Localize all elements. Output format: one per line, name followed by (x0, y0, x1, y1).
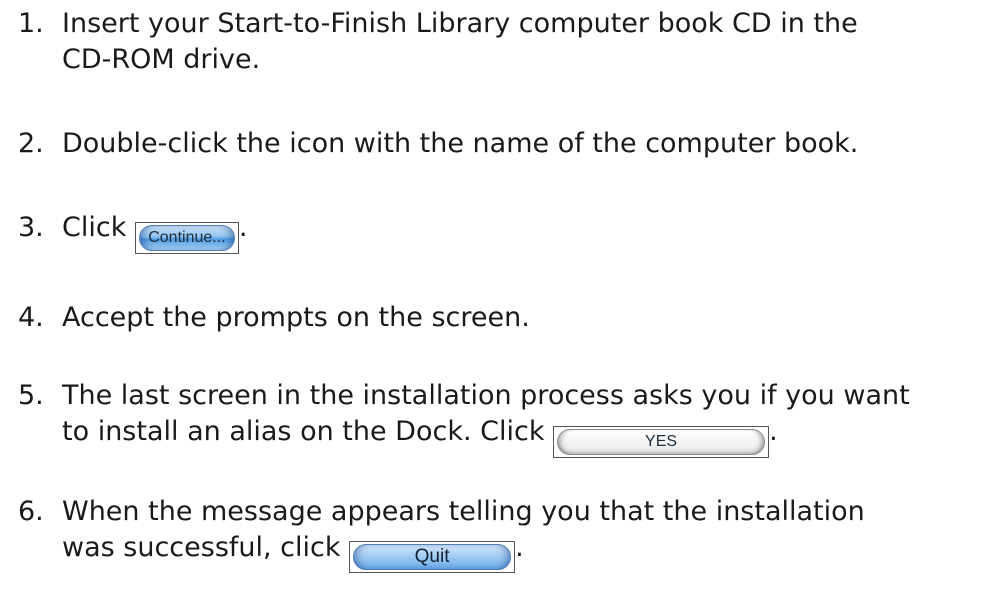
step-text-end: . (238, 212, 248, 243)
yes-button-image: YES (553, 426, 770, 458)
step-6: 6. When the message appears telling you t… (18, 494, 978, 573)
step-3: 3. Click Continue... . (18, 210, 978, 254)
quit-button-image: Quit (349, 541, 516, 573)
yes-button[interactable]: YES (557, 429, 766, 455)
installation-steps: 1. Insert your Start-to-Finish Library co… (0, 0, 992, 594)
step-text-continued: was successful, click Quit. (18, 530, 978, 573)
step-text: Click (62, 212, 135, 243)
step-text: Accept the prompts on the screen. (62, 302, 530, 333)
continue-button[interactable]: Continue... (138, 225, 235, 251)
step-text-end: . (515, 532, 524, 563)
step-5: 5. The last screen in the installation pr… (18, 378, 978, 458)
step-text: When the message appears telling you tha… (62, 496, 865, 527)
step-text: Insert your Start-to-Finish Library comp… (62, 8, 858, 39)
step-text-end: . (769, 416, 778, 447)
step-2: 2. Double-click the icon with the name of… (18, 126, 978, 162)
step-4: 4. Accept the prompts on the screen. (18, 300, 978, 336)
step-text: Double-click the icon with the name of t… (62, 128, 859, 159)
step-number: 3. (18, 212, 44, 243)
step-number: 4. (18, 302, 44, 333)
step-text-continued: CD-ROM drive. (62, 44, 261, 75)
step-number: 6. (18, 496, 44, 527)
quit-button[interactable]: Quit (353, 544, 512, 570)
step-number: 2. (18, 128, 44, 159)
step-text-before-button: to install an alias on the Dock. Click (62, 416, 554, 447)
step-1: 1. Insert your Start-to-Finish Library co… (18, 6, 978, 78)
step-text-continued: to install an alias on the Dock. Click Y… (18, 414, 978, 458)
step-text-before-button: was successful, click (62, 532, 350, 563)
step-number: 5. (18, 380, 44, 411)
step-text: The last screen in the installation proc… (62, 380, 910, 411)
step-number: 1. (18, 8, 44, 39)
continue-button-image: Continue... (134, 222, 239, 254)
